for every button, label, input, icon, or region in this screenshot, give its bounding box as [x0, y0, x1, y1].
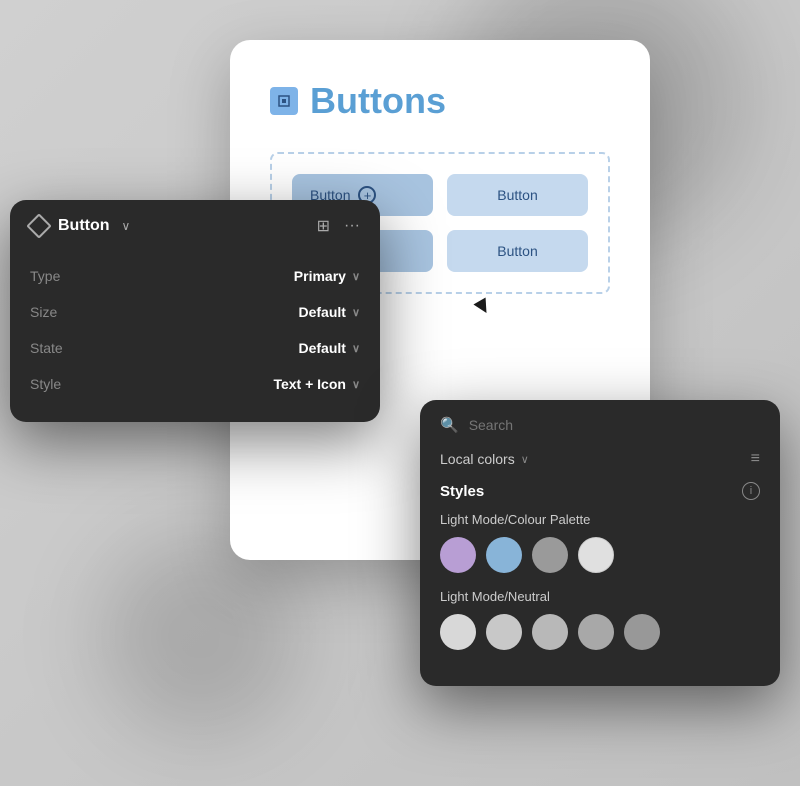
- button-4-label: Button: [497, 243, 537, 259]
- grid-icon[interactable]: ⊞: [317, 216, 330, 236]
- swatch-neutral-3[interactable]: [532, 614, 568, 650]
- search-icon: 🔍: [440, 416, 459, 434]
- colors-panel: 🔍 Local colors ∨ ≡ Styles i Light Mode/C…: [420, 400, 780, 686]
- canvas-frame-icon: [270, 87, 298, 115]
- palette-group-1: Light Mode/Colour Palette: [440, 512, 760, 573]
- button-4[interactable]: Button: [447, 230, 588, 272]
- type-value[interactable]: Primary ∨: [294, 268, 360, 284]
- canvas-title: Buttons: [310, 80, 446, 122]
- style-row: Style Text + Icon ∨: [30, 366, 360, 402]
- button-2[interactable]: Button: [447, 174, 588, 216]
- size-label: Size: [30, 304, 57, 320]
- size-chevron-icon: ∨: [352, 306, 360, 319]
- swatch-neutral-2[interactable]: [486, 614, 522, 650]
- search-row: 🔍: [440, 416, 760, 434]
- palette-name-1: Light Mode/Colour Palette: [440, 512, 760, 527]
- palette-group-2: Light Mode/Neutral: [440, 589, 760, 650]
- properties-title: Button: [58, 217, 110, 235]
- more-options-icon[interactable]: ···: [344, 217, 360, 235]
- state-label: State: [30, 340, 63, 356]
- local-colors-label: Local colors: [440, 451, 515, 467]
- info-icon[interactable]: i: [742, 482, 760, 500]
- size-row: Size Default ∨: [30, 294, 360, 330]
- properties-header: Button ∨ ⊞ ···: [30, 216, 360, 240]
- canvas-header: Buttons: [270, 80, 610, 122]
- swatch-light[interactable]: [578, 537, 614, 573]
- state-value[interactable]: Default ∨: [298, 340, 360, 356]
- swatch-neutral-5[interactable]: [624, 614, 660, 650]
- size-value[interactable]: Default ∨: [298, 304, 360, 320]
- title-group: Button ∨: [30, 217, 130, 235]
- styles-row: Styles i: [440, 482, 760, 500]
- list-view-icon[interactable]: ≡: [751, 450, 760, 468]
- local-colors-row: Local colors ∨ ≡: [440, 450, 760, 468]
- palette-name-2: Light Mode/Neutral: [440, 589, 760, 604]
- type-row: Type Primary ∨: [30, 258, 360, 294]
- type-chevron-icon: ∨: [352, 270, 360, 283]
- swatch-gray[interactable]: [532, 537, 568, 573]
- diamond-icon: [26, 213, 51, 238]
- swatches-row-2: [440, 614, 760, 650]
- style-chevron-icon: ∨: [352, 378, 360, 391]
- local-colors-group: Local colors ∨: [440, 451, 529, 467]
- swatches-row-1: [440, 537, 760, 573]
- search-input[interactable]: [469, 417, 760, 433]
- style-value[interactable]: Text + Icon ∨: [273, 376, 360, 392]
- swatch-neutral-4[interactable]: [578, 614, 614, 650]
- button-2-label: Button: [497, 187, 537, 203]
- style-label: Style: [30, 376, 61, 392]
- styles-label: Styles: [440, 483, 484, 500]
- state-row: State Default ∨: [30, 330, 360, 366]
- swatch-purple[interactable]: [440, 537, 476, 573]
- local-colors-chevron-icon[interactable]: ∨: [521, 453, 529, 466]
- properties-panel: Button ∨ ⊞ ··· Type Primary ∨ Size Defau…: [10, 200, 380, 422]
- swatch-neutral-1[interactable]: [440, 614, 476, 650]
- properties-actions: ⊞ ···: [317, 216, 360, 236]
- type-label: Type: [30, 268, 60, 284]
- swatch-blue[interactable]: [486, 537, 522, 573]
- state-chevron-icon: ∨: [352, 342, 360, 355]
- title-chevron-icon[interactable]: ∨: [122, 219, 131, 233]
